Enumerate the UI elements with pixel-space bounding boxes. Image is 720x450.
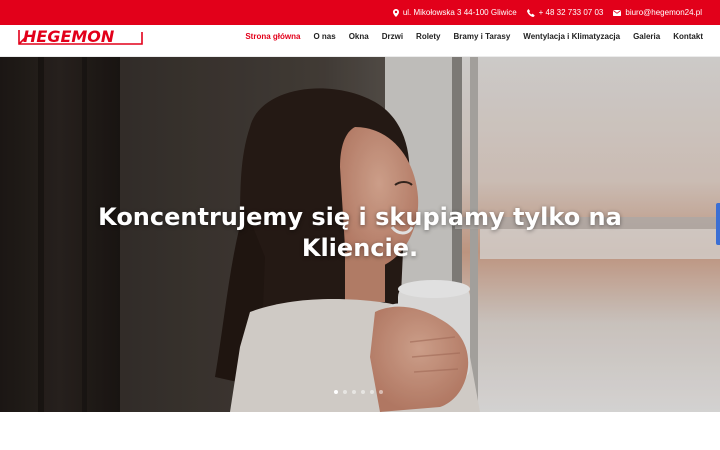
slider-pagination bbox=[334, 390, 383, 394]
side-floating-tab[interactable] bbox=[716, 203, 720, 245]
nav-item-bramy-i-tarasy[interactable]: Bramy i Tarasy bbox=[454, 32, 511, 41]
hero-slider: Koncentrujemy się i skupiamy tylko na Kl… bbox=[0, 57, 720, 412]
slider-dot-1[interactable] bbox=[334, 390, 338, 394]
hero-headline-line1: Koncentrujemy się i skupiamy tylko na bbox=[98, 203, 622, 231]
email-text[interactable]: biuro@hegemon24.pl bbox=[625, 8, 702, 17]
nav-item-rolety[interactable]: Rolety bbox=[416, 32, 440, 41]
slider-dot-6[interactable] bbox=[379, 390, 383, 394]
slider-dot-3[interactable] bbox=[352, 390, 356, 394]
logo-mark: HEGEMON bbox=[18, 28, 143, 46]
hero-headline: Koncentrujemy się i skupiamy tylko na Kl… bbox=[60, 202, 660, 264]
phone-text[interactable]: + 48 32 733 07 03 bbox=[539, 8, 604, 17]
main-navbar: HEGEMON Strona główna O nas Okna Drzwi R… bbox=[0, 25, 720, 57]
content-area bbox=[0, 412, 720, 450]
nav-item-strona-glowna[interactable]: Strona główna bbox=[245, 32, 300, 41]
main-menu: Strona główna O nas Okna Drzwi Rolety Br… bbox=[245, 25, 703, 47]
hegemon-logo[interactable]: HEGEMON bbox=[18, 28, 146, 46]
address-info: ul. Mikołowska 3 44-100 Gliwice bbox=[392, 8, 517, 17]
address-text: ul. Mikołowska 3 44-100 Gliwice bbox=[402, 8, 517, 17]
nav-item-okna[interactable]: Okna bbox=[349, 32, 369, 41]
top-contact-bar: ul. Mikołowska 3 44-100 Gliwice + 48 32 … bbox=[0, 0, 720, 25]
slider-dot-2[interactable] bbox=[343, 390, 347, 394]
email-info[interactable]: biuro@hegemon24.pl bbox=[613, 8, 702, 17]
slider-dot-5[interactable] bbox=[370, 390, 374, 394]
hero-headline-line2: Kliencie. bbox=[301, 234, 419, 262]
nav-item-drzwi[interactable]: Drzwi bbox=[382, 32, 403, 41]
nav-item-galeria[interactable]: Galeria bbox=[633, 32, 660, 41]
nav-item-wentylacja-i-klimatyzacja[interactable]: Wentylacja i Klimatyzacja bbox=[523, 32, 620, 41]
logo-text: HEGEMON bbox=[23, 28, 115, 46]
slider-dot-4[interactable] bbox=[361, 390, 365, 394]
nav-item-kontakt[interactable]: Kontakt bbox=[673, 32, 703, 41]
envelope-icon bbox=[613, 9, 622, 16]
phone-icon bbox=[526, 8, 535, 17]
nav-item-o-nas[interactable]: O nas bbox=[313, 32, 335, 41]
map-pin-icon bbox=[392, 8, 399, 17]
phone-info[interactable]: + 48 32 733 07 03 bbox=[526, 8, 604, 17]
